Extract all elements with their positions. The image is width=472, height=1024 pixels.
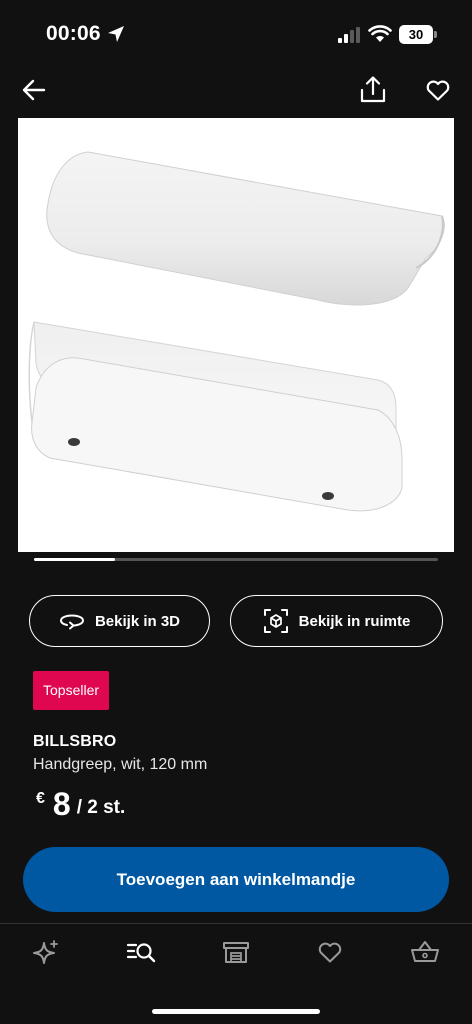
- product-image[interactable]: [18, 118, 454, 552]
- heart-outline-icon[interactable]: [424, 76, 452, 104]
- tab-stores[interactable]: [221, 938, 251, 966]
- carousel-progress: [34, 558, 115, 561]
- carousel-indicator: [34, 558, 438, 561]
- product-name: BILLSBRO: [33, 733, 117, 750]
- add-to-cart-button[interactable]: Toevoegen aan winkelmandje: [23, 847, 449, 912]
- tab-search[interactable]: [126, 938, 156, 966]
- price-unit: / 2 st.: [76, 797, 126, 818]
- view-3d-label: Bekijk in 3D: [94, 612, 181, 630]
- price-currency: €: [36, 790, 45, 807]
- view-in-room-button[interactable]: Bekijk in ruimte: [230, 595, 443, 647]
- wifi-icon: [368, 25, 392, 42]
- status-time: 00:06: [46, 22, 101, 45]
- price-value: 8: [52, 786, 71, 822]
- product-photo-handles: [28, 151, 445, 512]
- share-icon[interactable]: [358, 74, 388, 106]
- home-indicator[interactable]: [152, 1009, 320, 1014]
- tab-bar-divider: [0, 923, 472, 924]
- battery-icon: 30: [399, 25, 433, 44]
- tab-basket[interactable]: [410, 938, 440, 966]
- search-list-icon: [126, 943, 156, 963]
- cellular-signal-icon: [338, 27, 360, 43]
- rotate-3d-icon: [59, 614, 84, 630]
- add-to-cart-label: Toevoegen aan winkelmandje: [116, 869, 356, 889]
- topseller-badge: Topseller: [33, 671, 110, 710]
- product-price: € 8 / 2 st.: [36, 786, 125, 822]
- status-bar: 00:06 30: [0, 0, 472, 70]
- heart-icon: [318, 942, 342, 963]
- basket-icon: [411, 941, 439, 962]
- tab-favourites[interactable]: [315, 938, 345, 966]
- back-arrow-icon[interactable]: [20, 76, 48, 104]
- view-3d-button[interactable]: Bekijk in 3D: [29, 595, 210, 647]
- view-in-room-label: Bekijk in ruimte: [298, 612, 411, 630]
- product-description: Handgreep, wit, 120 mm: [33, 756, 208, 773]
- sparkle-icon: [33, 940, 58, 964]
- location-arrow-icon: [108, 26, 124, 42]
- ar-cube-icon: [263, 609, 288, 633]
- battery-tip: [434, 31, 437, 38]
- battery-level: 30: [408, 27, 424, 42]
- tab-inspiration[interactable]: [31, 938, 61, 966]
- store-icon: [223, 942, 249, 963]
